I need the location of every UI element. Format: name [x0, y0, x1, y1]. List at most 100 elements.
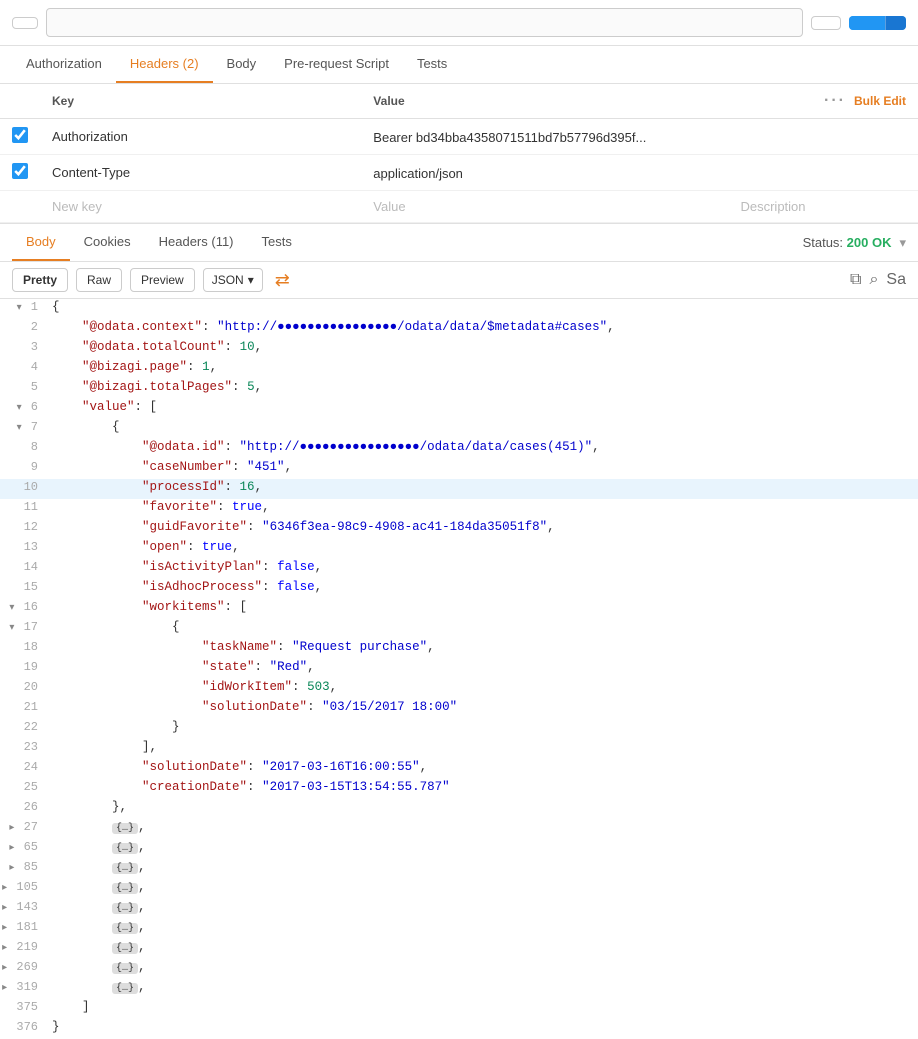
tab-tests[interactable]: Tests — [403, 46, 461, 83]
line-number: ▸ 27 — [0, 819, 48, 835]
code-area[interactable]: ▾ 1{ 2 "@odata.context": "http://●●●●●●●… — [0, 299, 918, 1039]
resp-tab-tests[interactable]: Tests — [248, 224, 306, 261]
resp-tab-cookies[interactable]: Cookies — [70, 224, 145, 261]
fold-icon[interactable]: ▾ — [17, 403, 22, 414]
line-content: {…}, — [48, 839, 918, 855]
line-content: "creationDate": "2017-03-15T13:54:55.787… — [48, 779, 918, 795]
collapsed-badge-85[interactable]: {…} — [112, 863, 138, 874]
line-number: 20 — [0, 679, 48, 695]
line-content: "isAdhocProcess": false, — [48, 579, 918, 595]
line-content: "solutionDate": "2017-03-16T16:00:55", — [48, 759, 918, 775]
line-content: { — [48, 419, 918, 435]
code-toolbar: Pretty Raw Preview JSON ▾ ⇄ ⧉ ⌕ Sa — [0, 262, 918, 299]
collapsed-badge-105[interactable]: {…} — [112, 883, 138, 894]
line-content: {…}, — [48, 899, 918, 915]
header-checkbox-1[interactable] — [12, 163, 28, 179]
line-number: 376 — [0, 1019, 48, 1035]
collapsed-badge-269[interactable]: {…} — [112, 963, 138, 974]
fold-icon[interactable]: ▸ — [9, 843, 14, 854]
line-number: 13 — [0, 539, 48, 555]
save-response-button[interactable]: Sa — [886, 271, 906, 289]
preview-button[interactable]: Preview — [130, 268, 195, 292]
line-content: "solutionDate": "03/15/2017 18:00" — [48, 699, 918, 715]
search-button[interactable]: ⌕ — [869, 271, 878, 289]
code-line: 5 "@bizagi.totalPages": 5, — [0, 379, 918, 399]
fold-icon[interactable]: ▸ — [2, 903, 7, 914]
line-content: "caseNumber": "451", — [48, 459, 918, 475]
collapsed-badge-27[interactable]: {…} — [112, 823, 138, 834]
more-options-icon[interactable]: ··· — [824, 92, 846, 110]
fold-icon[interactable]: ▾ — [17, 303, 22, 314]
code-line: ▾ 1{ — [0, 299, 918, 319]
params-button[interactable] — [811, 16, 841, 30]
code-actions: ⧉ ⌕ Sa — [850, 271, 906, 289]
tab-authorization[interactable]: Authorization — [12, 46, 116, 83]
send-button[interactable] — [849, 16, 885, 30]
tab-headers[interactable]: Headers (2) — [116, 46, 213, 83]
code-line: ▾ 17 { — [0, 619, 918, 639]
collapsed-badge-143[interactable]: {…} — [112, 903, 138, 914]
header-checkbox-0[interactable] — [12, 127, 28, 143]
format-select[interactable]: JSON ▾ — [203, 268, 263, 292]
url-input[interactable] — [46, 8, 803, 37]
line-number: 25 — [0, 779, 48, 795]
collapsed-badge-319[interactable]: {…} — [112, 983, 138, 994]
request-tabs: Authorization Headers (2) Body Pre-reque… — [0, 46, 918, 84]
fold-icon[interactable]: ▸ — [2, 883, 7, 894]
line-content: "idWorkItem": 503, — [48, 679, 918, 695]
method-select[interactable] — [12, 17, 38, 29]
line-content: "@bizagi.page": 1, — [48, 359, 918, 375]
tab-body[interactable]: Body — [213, 46, 271, 83]
line-content: "guidFavorite": "6346f3ea-98c9-4908-ac41… — [48, 519, 918, 535]
headers-table: Key Value ··· Bulk Edit Authorization Be… — [0, 84, 918, 223]
line-content: "state": "Red", — [48, 659, 918, 675]
line-content: {…}, — [48, 879, 918, 895]
pretty-button[interactable]: Pretty — [12, 268, 68, 292]
send-arrow-button[interactable] — [885, 16, 906, 30]
fold-icon[interactable]: ▸ — [9, 823, 14, 834]
resp-tab-headers[interactable]: Headers (11) — [145, 224, 248, 261]
collapsed-badge-181[interactable]: {…} — [112, 923, 138, 934]
collapsed-badge-65[interactable]: {…} — [112, 843, 138, 854]
line-number: 375 — [0, 999, 48, 1015]
fold-icon[interactable]: ▸ — [2, 963, 7, 974]
fold-icon[interactable]: ▸ — [2, 983, 7, 994]
line-number: 12 — [0, 519, 48, 535]
fold-icon[interactable]: ▸ — [9, 863, 14, 874]
code-line: ▸ 319 {…}, — [0, 979, 918, 999]
status-code: 200 OK — [847, 235, 892, 250]
collapsed-badge-219[interactable]: {…} — [112, 943, 138, 954]
response-toggle[interactable]: ▾ — [899, 235, 906, 251]
line-number: 18 — [0, 639, 48, 655]
placeholder-desc[interactable]: Description — [728, 191, 918, 223]
fold-icon[interactable]: ▸ — [2, 923, 7, 934]
top-bar — [0, 0, 918, 46]
line-number: 11 — [0, 499, 48, 515]
placeholder-value[interactable]: Value — [361, 191, 728, 223]
code-line: 376} — [0, 1019, 918, 1039]
line-number: ▸ 219 — [0, 939, 48, 955]
tab-pre-request[interactable]: Pre-request Script — [270, 46, 403, 83]
header-col-key: Key — [40, 84, 361, 119]
line-number: ▾ 17 — [0, 619, 48, 635]
code-line: ▾ 6 "value": [ — [0, 399, 918, 419]
response-tabs-bar: Body Cookies Headers (11) Tests Status: … — [0, 224, 918, 262]
line-number: ▾ 6 — [0, 399, 48, 415]
fold-icon[interactable]: ▾ — [9, 623, 14, 634]
wrap-button[interactable]: ⇄ — [275, 270, 290, 291]
code-line: 10 "processId": 16, — [0, 479, 918, 499]
resp-tab-body[interactable]: Body — [12, 224, 70, 261]
code-line: 12 "guidFavorite": "6346f3ea-98c9-4908-a… — [0, 519, 918, 539]
fold-icon[interactable]: ▸ — [2, 943, 7, 954]
code-line: ▾ 7 { — [0, 419, 918, 439]
raw-button[interactable]: Raw — [76, 268, 122, 292]
copy-button[interactable]: ⧉ — [850, 271, 861, 289]
fold-icon[interactable]: ▾ — [17, 423, 22, 434]
code-line: 26 }, — [0, 799, 918, 819]
placeholder-key[interactable]: New key — [40, 191, 361, 223]
line-content: "@odata.totalCount": 10, — [48, 339, 918, 355]
fold-icon[interactable]: ▾ — [9, 603, 14, 614]
line-content: "favorite": true, — [48, 499, 918, 515]
bulk-edit-button[interactable]: Bulk Edit — [854, 94, 906, 108]
code-line: 18 "taskName": "Request purchase", — [0, 639, 918, 659]
